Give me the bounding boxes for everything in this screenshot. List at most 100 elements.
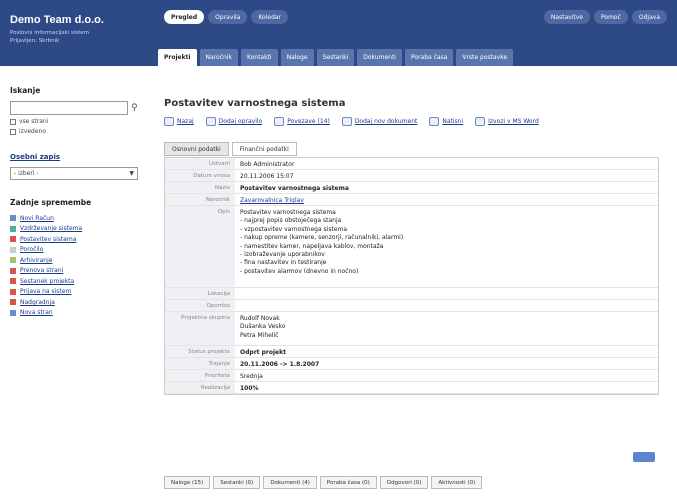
bottom-tab-label: Naloge (15)	[171, 479, 204, 486]
bottom-tab[interactable]: Aktivnosti (0)	[431, 476, 483, 489]
bottom-tab[interactable]: Poraba časa (0)	[319, 476, 377, 489]
list-item[interactable]: Postavitev sistema	[10, 234, 146, 245]
edit-button[interactable]	[633, 452, 655, 462]
bottom-tab-label: Dokumenti (4)	[270, 479, 310, 486]
list-item-link[interactable]: Novi Račun	[20, 215, 54, 222]
status-square-icon	[10, 288, 16, 295]
status-square-icon	[10, 215, 16, 222]
subtab-financial[interactable]: Finančni podatki	[231, 142, 297, 156]
detail-value: Postavitev varnostnega sistema - najprej…	[240, 209, 404, 275]
list-item-link[interactable]: Postavitev sistema	[20, 236, 76, 243]
nav-tab[interactable]: Kontakti	[240, 49, 278, 66]
detail-row: Opis Postavitev varnostnega sistema - naj…	[165, 206, 658, 288]
list-item-link[interactable]: Nova stran	[20, 309, 53, 316]
status-square-icon	[10, 309, 16, 316]
main-nav: Projekti Naročnik Kontakti Naloge Sestan…	[156, 49, 514, 66]
quick-link[interactable]: Osebni zapis	[10, 153, 146, 161]
detail-label: Naziv	[165, 182, 235, 193]
top-button[interactable]: Pregled	[164, 10, 205, 24]
sidebar: Iskanje ⚲ vse strani izvedeno Osebni zap…	[0, 66, 156, 318]
detail-value: Postavitev varnostnega sistema	[240, 185, 349, 192]
top-button-label: Odjava	[638, 13, 660, 21]
list-item[interactable]: Arhiviranje	[10, 255, 146, 266]
export-word-link[interactable]: Izvozi v MS Word	[475, 117, 539, 126]
nav-tab[interactable]: Vrste postavke	[456, 49, 514, 66]
top-button-label: Nastavitve	[550, 13, 583, 21]
settings-button[interactable]: Nastavitve	[543, 10, 590, 24]
nav-tab[interactable]: Dokumenti	[357, 49, 402, 66]
list-item[interactable]: Vzdrževanje sistema	[10, 224, 146, 235]
detail-label: Trajanje	[165, 358, 235, 369]
top-button[interactable]: Opravila	[208, 10, 248, 24]
detail-label: Lokacija	[165, 288, 235, 299]
bottom-tab[interactable]: Sestanki (0)	[213, 476, 261, 489]
logout-button[interactable]: Odjava	[631, 10, 667, 24]
nav-tab-label: Naročnik	[205, 54, 232, 61]
checkbox-row[interactable]: izvedeno	[10, 128, 146, 135]
detail-value: 20.11.2006 -> 1.8.2007	[240, 361, 320, 368]
detail-row: Realizacija 100%	[165, 382, 658, 394]
list-item[interactable]: Sestanek projekta	[10, 276, 146, 287]
brand-subtitle: Poslovni informacijski sistem Prijavljen…	[10, 29, 146, 45]
list-item[interactable]: Novi Račun	[10, 213, 146, 224]
nav-tab-label: Vrste postavke	[462, 54, 508, 61]
bottom-tab-label: Sestanki (0)	[220, 479, 254, 486]
add-document-link[interactable]: Dodaj nov dokument	[341, 117, 417, 126]
list-item[interactable]: Poročilo	[10, 245, 146, 256]
list-item-link[interactable]: Poročilo	[20, 246, 43, 253]
top-button[interactable]: Koledar	[251, 10, 289, 24]
detail-value	[235, 300, 658, 311]
nav-tab-label: Sestanki	[322, 54, 349, 61]
detail-row: Trajanje 20.11.2006 -> 1.8.2007	[165, 358, 658, 370]
search-icon[interactable]: ⚲	[131, 103, 138, 113]
list-item-link[interactable]: Arhiviranje	[20, 257, 52, 264]
back-link[interactable]: Nazaj	[164, 117, 194, 126]
links-link[interactable]: Povezave (14)	[274, 117, 330, 126]
checkbox[interactable]	[10, 128, 16, 135]
nav-tab[interactable]: Projekti	[158, 49, 197, 66]
nav-tab-label: Naloge	[286, 54, 308, 61]
list-item-link[interactable]: Sestanek projekta	[20, 278, 74, 285]
list-item[interactable]: Nova stran	[10, 308, 146, 319]
action-label: Nazaj	[177, 118, 194, 125]
bottom-tab[interactable]: Naloge (15)	[164, 476, 211, 489]
bottom-tabs: Naloge (15) Sestanki (0) Dokumenti (4) P…	[164, 476, 483, 489]
status-square-icon	[10, 267, 16, 274]
add-task-link[interactable]: Dodaj opravilo	[205, 117, 262, 126]
select-dropdown[interactable]: - izberi - ▼	[10, 167, 138, 180]
top-button-label: Opravila	[215, 13, 241, 21]
nav-tab[interactable]: Sestanki	[316, 49, 355, 66]
list-item[interactable]: Prenova strani	[10, 266, 146, 277]
brand-area: Demo Team d.o.o. Poslovni informacijski …	[0, 0, 156, 66]
print-link[interactable]: Natisni	[429, 117, 463, 126]
bottom-tab[interactable]: Dokumenti (4)	[263, 476, 317, 489]
top-button-label: Koledar	[258, 13, 282, 21]
detail-table: Ustvaril Bob Administrator Datum vnosa 20.1…	[164, 157, 659, 395]
bottom-tab-label: Odgovori (0)	[386, 479, 422, 486]
list-item-link[interactable]: Prenova strani	[20, 267, 63, 274]
help-button[interactable]: Pomoč	[594, 10, 628, 24]
subtab-basic[interactable]: Osnovni podatki	[164, 142, 229, 156]
nav-tab[interactable]: Naloge	[280, 49, 314, 66]
sub-tabs: Osnovni podatki Finančni podatki	[164, 142, 677, 156]
list-item[interactable]: Nadgradnja	[10, 297, 146, 308]
detail-value: 20.11.2006 15:07	[240, 173, 294, 180]
page-title: Postavitev varnostnega sistema	[164, 98, 346, 109]
search-input[interactable]	[10, 101, 128, 115]
list-item-link[interactable]: Nadgradnja	[20, 299, 55, 306]
bottom-tab[interactable]: Odgovori (0)	[379, 476, 429, 489]
nav-tab[interactable]: Naročnik	[199, 49, 238, 66]
detail-label: Naročnik	[165, 194, 235, 205]
top-bar: Pregled Opravila Koledar Nastavitve Pomo…	[156, 0, 677, 66]
list-item[interactable]: Prijava na sistem	[10, 287, 146, 298]
nav-tab[interactable]: Poraba časa	[404, 49, 454, 66]
list-item-link[interactable]: Vzdrževanje sistema	[20, 225, 82, 232]
detail-value: Srednja	[240, 373, 263, 380]
detail-label: Prioriteta	[165, 370, 235, 381]
detail-label: Opis	[165, 206, 235, 287]
checkbox-row[interactable]: vse strani	[10, 118, 146, 125]
checkbox[interactable]	[10, 118, 16, 125]
detail-value[interactable]: Zavarovalnica Triglav	[235, 194, 658, 205]
detail-row: Datum vnosa 20.11.2006 15:07	[165, 170, 658, 182]
list-item-link[interactable]: Prijava na sistem	[20, 288, 71, 295]
